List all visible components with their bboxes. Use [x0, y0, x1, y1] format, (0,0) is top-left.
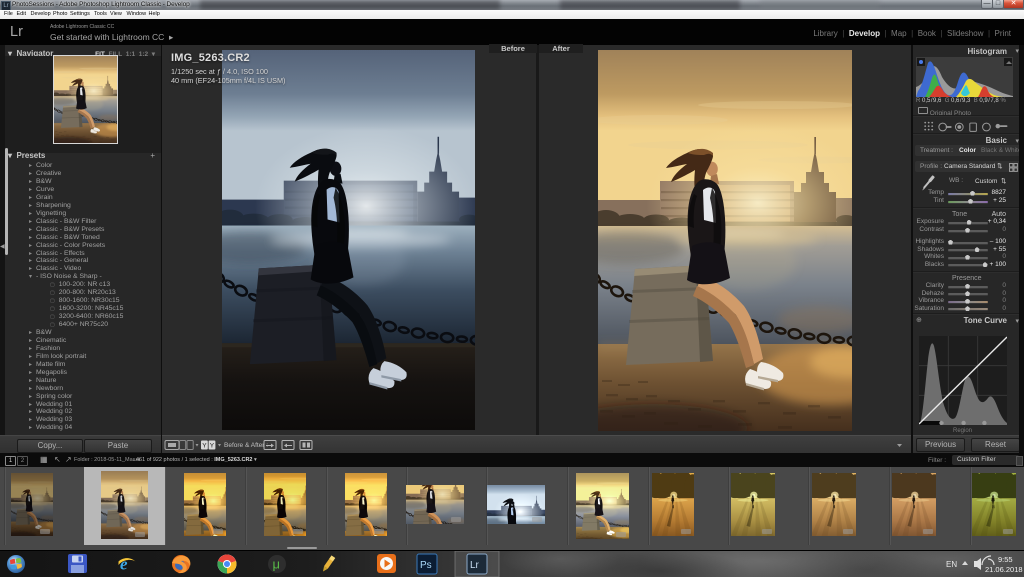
svg-text:EN: EN — [946, 560, 957, 569]
svg-text:21.06.2018: 21.06.2018 — [985, 565, 1023, 574]
svg-text:Y: Y — [210, 442, 215, 449]
svg-text:Y: Y — [202, 442, 207, 449]
svg-text:9:55: 9:55 — [998, 555, 1013, 564]
svg-text:Ps: Ps — [420, 560, 432, 571]
svg-text:e: e — [120, 555, 128, 574]
svg-text:Before & After :: Before & After : — [224, 442, 268, 449]
svg-text:Lr: Lr — [470, 560, 480, 571]
svg-text:μ: μ — [273, 557, 281, 572]
